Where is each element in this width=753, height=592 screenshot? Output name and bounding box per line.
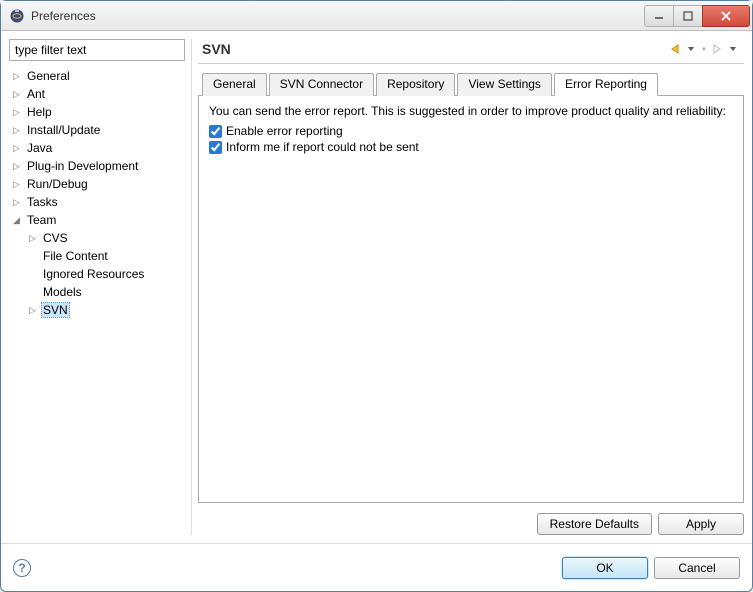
filter-input[interactable] (9, 39, 185, 61)
tree-item-ignored-resources[interactable]: Ignored Resources (9, 265, 185, 283)
tree-item-label: CVS (41, 231, 70, 245)
tree-item-label: Models (41, 285, 84, 299)
tree-item-plug-in-development[interactable]: ▷Plug-in Development (9, 157, 185, 175)
panel-intro-text: You can send the error report. This is s… (209, 104, 733, 118)
tab-repository[interactable]: Repository (376, 73, 455, 96)
twisty-collapsed-icon: ▷ (29, 233, 41, 244)
twisty-expanded-icon: ◢ (13, 215, 25, 226)
forward-menu-icon[interactable] (726, 42, 740, 56)
maximize-button[interactable] (673, 5, 703, 27)
tab-view-settings[interactable]: View Settings (457, 73, 552, 96)
tab-general[interactable]: General (202, 73, 267, 96)
tree-item-java[interactable]: ▷Java (9, 139, 185, 157)
twisty-collapsed-icon: ▷ (13, 71, 25, 82)
panel-button-row: Restore Defaults Apply (198, 509, 744, 535)
tree-item-label: Run/Debug (25, 177, 90, 191)
twisty-collapsed-icon: ▷ (29, 305, 41, 316)
tree-item-file-content[interactable]: File Content (9, 247, 185, 265)
option-row[interactable]: Enable error reporting (209, 124, 733, 138)
option-label: Inform me if report could not be sent (226, 140, 419, 154)
page-title: SVN (202, 41, 668, 57)
app-icon (9, 8, 25, 24)
sidebar: ▷General▷Ant▷Help▷Install/Update▷Java▷Pl… (9, 39, 185, 535)
tree-item-label: Team (25, 213, 58, 227)
apply-button[interactable]: Apply (658, 513, 744, 535)
help-icon[interactable]: ? (13, 559, 31, 577)
window-title: Preferences (31, 9, 645, 23)
back-menu-icon[interactable] (684, 42, 698, 56)
tree-item-help[interactable]: ▷Help (9, 103, 185, 121)
option-row[interactable]: Inform me if report could not be sent (209, 140, 733, 154)
option-label: Enable error reporting (226, 124, 343, 138)
tree-item-svn[interactable]: ▷SVN (9, 301, 185, 319)
tree-item-label: Plug-in Development (25, 159, 140, 173)
window-controls (645, 5, 750, 27)
tree-item-ant[interactable]: ▷Ant (9, 85, 185, 103)
footer: ? OK Cancel (1, 543, 752, 591)
history-nav: • (668, 42, 740, 56)
nav-separator: • (700, 42, 708, 56)
tree-item-models[interactable]: Models (9, 283, 185, 301)
option-checkbox[interactable] (209, 141, 222, 154)
option-checkbox[interactable] (209, 125, 222, 138)
cancel-button[interactable]: Cancel (654, 557, 740, 579)
preference-tree[interactable]: ▷General▷Ant▷Help▷Install/Update▷Java▷Pl… (9, 65, 185, 535)
tab-bar: GeneralSVN ConnectorRepositoryView Setti… (198, 72, 744, 96)
tree-item-team[interactable]: ◢Team (9, 211, 185, 229)
divider (191, 39, 192, 535)
twisty-collapsed-icon: ▷ (13, 179, 25, 190)
tab-error-reporting[interactable]: Error Reporting (554, 73, 658, 96)
twisty-collapsed-icon: ▷ (13, 125, 25, 136)
tree-item-label: Ignored Resources (41, 267, 146, 281)
restore-defaults-button[interactable]: Restore Defaults (537, 513, 652, 535)
tree-item-run-debug[interactable]: ▷Run/Debug (9, 175, 185, 193)
minimize-button[interactable] (644, 5, 674, 27)
tree-item-label: Help (25, 105, 54, 119)
ok-button[interactable]: OK (562, 557, 648, 579)
tree-item-install-update[interactable]: ▷Install/Update (9, 121, 185, 139)
tab-panel-error-reporting: You can send the error report. This is s… (198, 96, 744, 503)
forward-icon[interactable] (710, 42, 724, 56)
close-button[interactable] (702, 5, 750, 27)
tree-item-label: General (25, 69, 72, 83)
tree-item-label: Ant (25, 87, 47, 101)
twisty-collapsed-icon: ▷ (13, 143, 25, 154)
main-panel: SVN • GeneralSVN ConnectorRepositoryView… (198, 39, 744, 535)
back-icon[interactable] (668, 42, 682, 56)
tree-item-label: Tasks (25, 195, 60, 209)
tree-item-label: Java (25, 141, 54, 155)
tree-item-cvs[interactable]: ▷CVS (9, 229, 185, 247)
tree-item-general[interactable]: ▷General (9, 67, 185, 85)
twisty-collapsed-icon: ▷ (13, 107, 25, 118)
tree-item-label: SVN (41, 302, 70, 318)
main-header: SVN • (198, 39, 744, 64)
tree-item-label: Install/Update (25, 123, 102, 137)
twisty-collapsed-icon: ▷ (13, 197, 25, 208)
twisty-collapsed-icon: ▷ (13, 89, 25, 100)
tree-item-label: File Content (41, 249, 110, 263)
tree-item-tasks[interactable]: ▷Tasks (9, 193, 185, 211)
twisty-collapsed-icon: ▷ (13, 161, 25, 172)
titlebar: Preferences (1, 1, 752, 31)
content-area: ▷General▷Ant▷Help▷Install/Update▷Java▷Pl… (1, 31, 752, 543)
tab-svn-connector[interactable]: SVN Connector (269, 73, 374, 96)
